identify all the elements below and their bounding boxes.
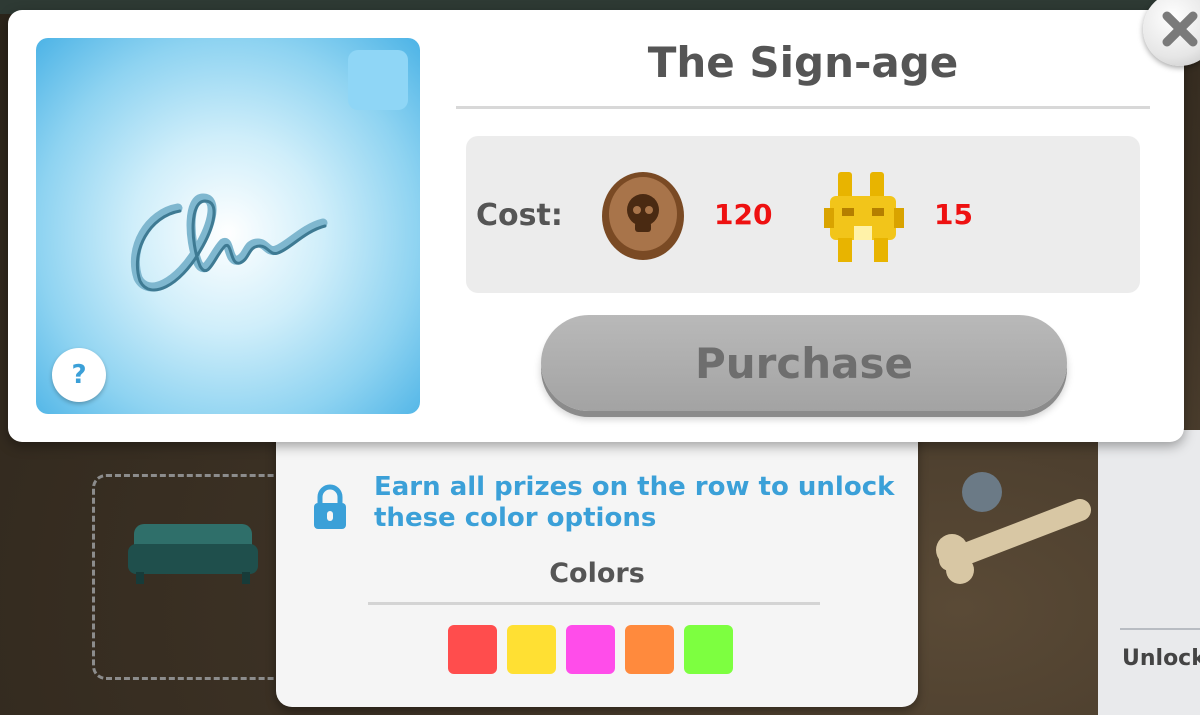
color-swatch[interactable]: [625, 625, 674, 674]
colors-panel: Earn all prizes on the row to unlock the…: [276, 420, 918, 707]
item-title: The Sign-age: [647, 38, 959, 87]
color-swatches: [448, 625, 733, 674]
help-button[interactable]: ?: [52, 348, 106, 402]
title-divider: [456, 106, 1150, 109]
sofa-icon: [128, 524, 258, 584]
preview-corner-tile: [348, 50, 408, 110]
coin-cost: 120: [714, 198, 773, 231]
unlock-message: Earn all prizes on the row to unlock the…: [374, 472, 895, 533]
totem-cost: 15: [934, 198, 973, 231]
color-swatch[interactable]: [507, 625, 556, 674]
cost-box: Cost: 120 15: [466, 136, 1140, 293]
cost-label: Cost:: [476, 198, 563, 233]
colors-title: Colors: [549, 558, 645, 589]
item-modal: ? The Sign-age Cost: 120 15 Purchase: [8, 10, 1184, 442]
colors-divider: [368, 602, 820, 605]
gold-totem-icon: [824, 172, 904, 262]
skull-coin-icon: [602, 172, 684, 260]
lock-icon: [314, 484, 346, 529]
color-swatch[interactable]: [684, 625, 733, 674]
side-panel: Unlock: [1098, 430, 1200, 715]
signature-icon: [130, 193, 328, 292]
side-unlock-label[interactable]: Unlock: [1122, 646, 1200, 671]
close-icon: [1162, 11, 1198, 47]
purchase-button[interactable]: Purchase: [541, 315, 1067, 411]
color-swatch[interactable]: [448, 625, 497, 674]
bone-icon: [936, 472, 1091, 584]
side-panel-divider: [1120, 628, 1200, 630]
close-button[interactable]: [1143, 0, 1200, 66]
color-swatch[interactable]: [566, 625, 615, 674]
item-preview: ?: [36, 38, 420, 414]
